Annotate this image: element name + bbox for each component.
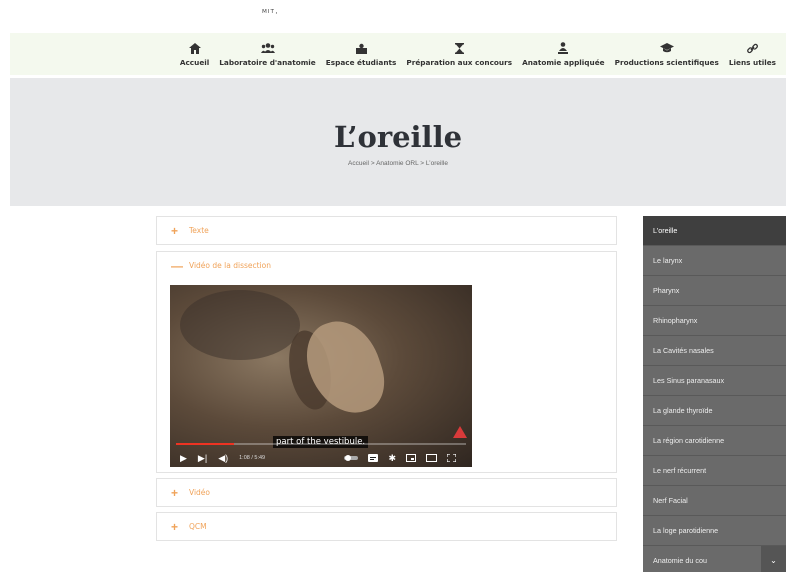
breadcrumb-section[interactable]: Anatomie ORL: [376, 160, 418, 167]
expand-icon: +: [171, 485, 179, 500]
accordion-title: Vidéo de la dissection: [189, 261, 271, 270]
breadcrumb: Accueil > Anatomie ORL > L’oreille: [10, 160, 786, 167]
nav-label: Anatomie appliquée: [522, 58, 605, 67]
breadcrumb-home[interactable]: Accueil: [348, 160, 369, 167]
students-icon: [355, 41, 367, 55]
subtitles-icon[interactable]: [368, 454, 379, 462]
miniplayer-icon[interactable]: [406, 454, 416, 462]
video-time: 1:08 / 5:49: [239, 455, 266, 461]
video-progress-bar[interactable]: [176, 443, 466, 445]
accordion-panel-video: + Vidéo: [156, 478, 617, 507]
nav-label: Productions scientifiques: [614, 58, 719, 67]
accordion-panel-video-dissection: — Vidéo de la dissection part of the ves…: [156, 251, 617, 473]
nav-label: Liens utiles: [728, 58, 776, 67]
nav-label: Préparation aux concours: [406, 58, 513, 67]
video-controls: ▶ ▶| ◀) 1:08 / 5:49 ✱: [170, 449, 472, 467]
sidebar-item-pharynx[interactable]: Pharynx: [643, 276, 786, 306]
users-icon: [260, 41, 275, 55]
sidebar-item-nerf-recurrent[interactable]: Le nerf récurrent: [643, 456, 786, 486]
accordion-panel-texte: + Texte: [156, 216, 617, 245]
video-progress-fill: [176, 443, 234, 445]
hourglass-icon: [454, 41, 464, 55]
accordion-header-video[interactable]: + Vidéo: [157, 479, 616, 506]
nav-item-laboratoire[interactable]: Laboratoire d'anatomie: [219, 33, 316, 75]
page-title: L’oreille: [333, 120, 463, 154]
nav-label: Accueil: [179, 58, 210, 67]
video-player[interactable]: part of the vestibule. ▶ ▶| ◀) 1:08 / 5:…: [170, 285, 472, 467]
autoplay-toggle-icon[interactable]: [344, 455, 359, 461]
nav-item-espace-etudiants[interactable]: Espace étudiants: [325, 33, 397, 75]
link-icon: [747, 41, 758, 55]
breadcrumb-separator: >: [418, 160, 426, 167]
person-icon: [558, 41, 569, 55]
sidebar-item-glande-thyroide[interactable]: La glande thyroïde: [643, 396, 786, 426]
page-header: L’oreille Accueil > Anatomie ORL > L’ore…: [10, 78, 786, 206]
nav-item-liens-utiles[interactable]: Liens utiles: [729, 33, 776, 75]
chevron-down-icon[interactable]: ⌄: [761, 546, 786, 572]
sidebar-item-oreille[interactable]: L’oreille: [643, 216, 786, 246]
expand-icon: +: [171, 519, 179, 534]
accordion-title: Texte: [189, 226, 209, 235]
channel-logo-icon: [453, 426, 467, 438]
next-icon[interactable]: ▶|: [198, 453, 207, 464]
sidebar-item-region-carotidienne[interactable]: La région carotidienne: [643, 426, 786, 456]
fullscreen-icon[interactable]: [447, 454, 456, 462]
video-subtitle: part of the vestibule.: [273, 436, 369, 448]
accordion-header-texte[interactable]: + Texte: [157, 217, 616, 244]
sidebar-item-label: Anatomie du cou: [653, 556, 707, 565]
nav-item-anatomie-appliquee[interactable]: Anatomie appliquée: [522, 33, 605, 75]
collapse-icon: —: [171, 258, 183, 273]
nav-label: Laboratoire d'anatomie: [219, 58, 316, 67]
play-icon[interactable]: ▶: [180, 453, 187, 464]
sidebar-item-larynx[interactable]: Le larynx: [643, 246, 786, 276]
sidebar-item-anatomie-du-cou[interactable]: Anatomie du cou ⌄: [643, 546, 786, 572]
video-frame-detail: [180, 290, 300, 360]
accordion-title: QCM: [189, 522, 207, 531]
accordion-header-video-dissection[interactable]: — Vidéo de la dissection: [157, 252, 616, 279]
sidebar-item-nerf-facial[interactable]: Nerf Facial: [643, 486, 786, 516]
video-controls-right: ✱: [344, 453, 472, 464]
nav-label: Espace étudiants: [325, 58, 397, 67]
nav-item-preparation[interactable]: Préparation aux concours: [406, 33, 512, 75]
nav-item-accueil[interactable]: Accueil: [180, 33, 209, 75]
sidebar-item-loge-parotidienne[interactable]: La loge parotidienne: [643, 516, 786, 546]
breadcrumb-current: L’oreille: [425, 160, 448, 167]
main-nav: Accueil Laboratoire d'anatomie Espace ét…: [10, 33, 786, 75]
site-logo[interactable]: ᴹᴵᵀ·: [262, 9, 279, 19]
accordion-title: Vidéo: [189, 488, 211, 497]
accordion-panel-qcm: + QCM: [156, 512, 617, 541]
nav-item-productions[interactable]: Productions scientifiques: [615, 33, 719, 75]
expand-icon: +: [171, 223, 179, 238]
sidebar-item-sinus-paranasaux[interactable]: Les Sinus paranasaux: [643, 366, 786, 396]
sidebar-item-cavites-nasales[interactable]: La Cavités nasales: [643, 336, 786, 366]
sidebar-menu: L’oreille Le larynx Pharynx Rhinopharynx…: [643, 216, 786, 572]
graduation-cap-icon: [659, 41, 674, 55]
accordion-header-qcm[interactable]: + QCM: [157, 513, 616, 540]
theater-mode-icon[interactable]: [426, 454, 437, 462]
settings-gear-icon[interactable]: ✱: [388, 453, 396, 464]
volume-icon[interactable]: ◀): [218, 453, 228, 464]
top-bar: ᴹᴵᵀ·: [0, 0, 786, 33]
sidebar-item-rhinopharynx[interactable]: Rhinopharynx: [643, 306, 786, 336]
home-icon: [188, 41, 201, 55]
